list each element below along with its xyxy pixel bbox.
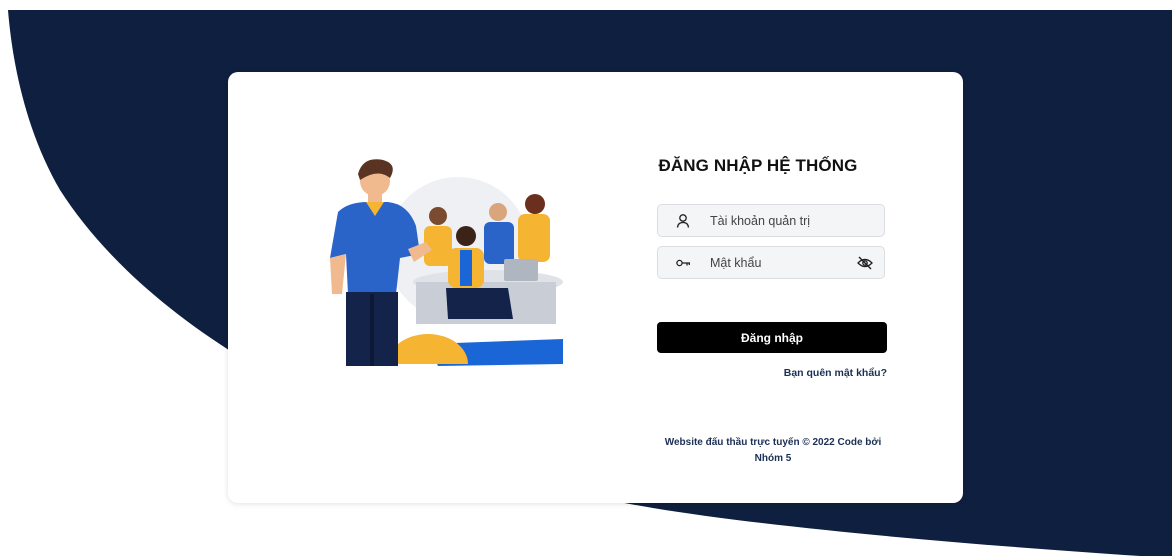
key-icon [676, 259, 690, 267]
page-title: ĐĂNG NHẬP HỆ THỐNG [658, 156, 858, 175]
forgot-password-link[interactable]: Bạn quên mật khẩu? [748, 367, 887, 379]
user-icon [676, 214, 690, 228]
login-card: ĐĂNG NHẬP HỆ THỐNG Đăng nhập Bạn quên mậ… [228, 72, 963, 503]
eye-slash-icon[interactable] [857, 256, 873, 270]
team-illustration [330, 159, 563, 366]
password-input[interactable] [710, 247, 860, 278]
password-field[interactable] [657, 246, 885, 279]
username-field[interactable] [657, 204, 885, 237]
login-button[interactable]: Đăng nhập [657, 322, 887, 353]
username-input[interactable] [710, 205, 860, 236]
footer-text: Website đấu thầu trực tuyến © 2022 Code … [664, 437, 882, 464]
